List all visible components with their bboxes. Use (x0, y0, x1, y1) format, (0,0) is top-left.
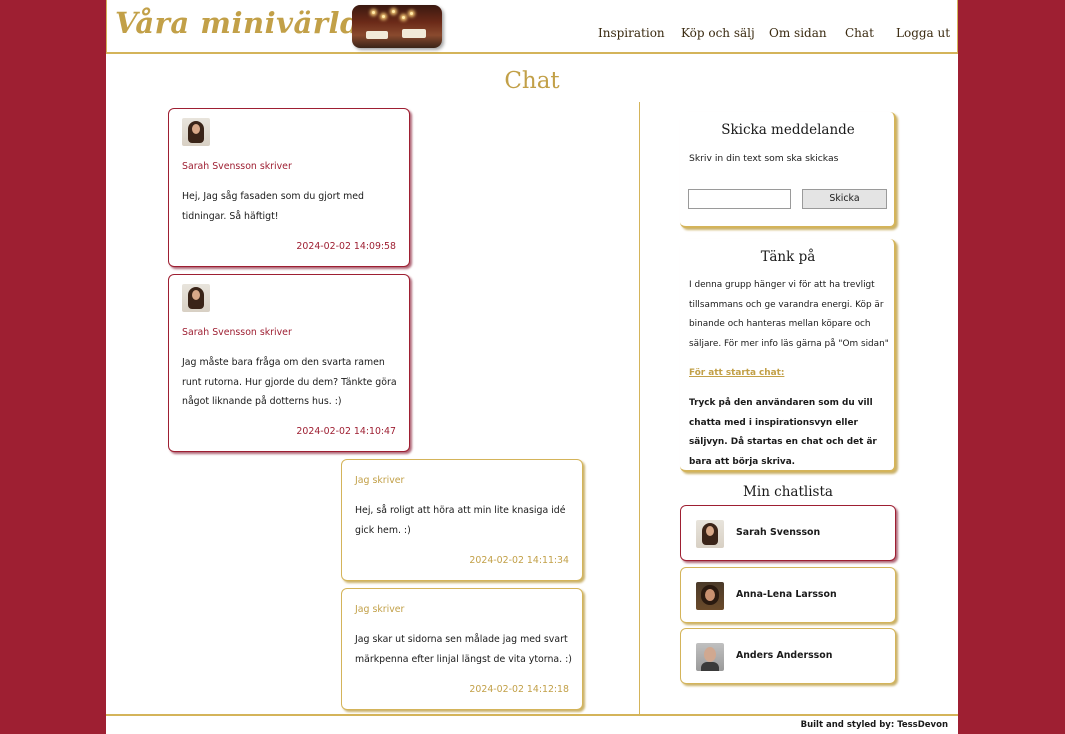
chat-message-received: Sarah Svensson skriver Jag måste bara fr… (168, 274, 410, 452)
start-chat-heading: För att starta chat: (689, 368, 785, 378)
message-writer: Jag skriver (355, 604, 405, 615)
nav-inspiration[interactable]: Inspiration (598, 26, 665, 40)
footer-credit: Built and styled by: TessDevon (800, 720, 948, 730)
message-text: Hej, Jag såg fasaden som du gjort med ti… (182, 191, 364, 222)
page: Våra minivärldar Inspiration Köp och säl… (106, 0, 958, 734)
anna-lena-avatar (696, 582, 724, 610)
send-message-instruction: Skriv in din text som ska skickas (689, 153, 839, 164)
site-footer: Built and styled by: TessDevon (106, 714, 958, 734)
message-time: 2024-02-02 14:10:47 (296, 426, 396, 437)
nav-logout[interactable]: Logga ut (896, 26, 950, 40)
site-header: Våra minivärldar Inspiration Köp och säl… (106, 0, 958, 54)
header-dollhouse-image (352, 5, 442, 48)
start-chat-text: Tryck på den användaren som du vill chat… (689, 398, 877, 467)
think-card: Tänk på I denna grupp hänger vi för att … (680, 239, 896, 472)
sarah-avatar (696, 520, 724, 548)
think-text: I denna grupp hänger vi för att ha trevl… (689, 280, 889, 349)
send-button[interactable]: Skicka (802, 189, 887, 209)
message-writer: Sarah Svensson skriver (182, 327, 292, 338)
chatlist-item-anna-lena[interactable]: Anna-Lena Larsson (680, 567, 896, 623)
send-message-title: Skicka meddelande (721, 122, 855, 138)
think-title: Tänk på (760, 249, 816, 265)
nav-buy-sell[interactable]: Köp och sälj (681, 26, 755, 40)
message-text: Jag måste bara fråga om den svarta ramen… (182, 357, 397, 407)
message-writer: Jag skriver (355, 475, 405, 486)
anders-avatar (696, 643, 724, 671)
message-input[interactable] (688, 189, 791, 209)
page-title: Chat (504, 68, 560, 94)
message-writer: Sarah Svensson skriver (182, 161, 292, 172)
chatlist-item-anders[interactable]: Anders Andersson (680, 628, 896, 684)
sarah-avatar (182, 118, 210, 146)
chatlist-item-sarah[interactable]: Sarah Svensson (680, 505, 896, 561)
column-divider (639, 102, 640, 714)
chat-message-sent: Jag skriver Jag skar ut sidorna sen måla… (341, 588, 583, 710)
message-time: 2024-02-02 14:11:34 (469, 555, 569, 566)
send-message-card: Skicka meddelande Skriv in din text som … (680, 112, 896, 228)
message-time: 2024-02-02 14:12:18 (469, 684, 569, 695)
chatlist-name: Anna-Lena Larsson (736, 589, 837, 600)
nav-chat[interactable]: Chat (845, 26, 874, 40)
message-text: Hej, så roligt att höra att min lite kna… (355, 505, 566, 536)
chatlist-title: Min chatlista (743, 484, 833, 500)
message-time: 2024-02-02 14:09:58 (296, 241, 396, 252)
chat-message-received: Sarah Svensson skriver Hej, Jag såg fasa… (168, 108, 410, 267)
chatlist-name: Anders Andersson (736, 650, 833, 661)
nav-about[interactable]: Om sidan (769, 26, 827, 40)
sarah-avatar (182, 284, 210, 312)
chat-message-sent: Jag skriver Hej, så roligt att höra att … (341, 459, 583, 581)
chatlist-name: Sarah Svensson (736, 527, 821, 538)
message-text: Jag skar ut sidorna sen målade jag med s… (355, 634, 572, 665)
